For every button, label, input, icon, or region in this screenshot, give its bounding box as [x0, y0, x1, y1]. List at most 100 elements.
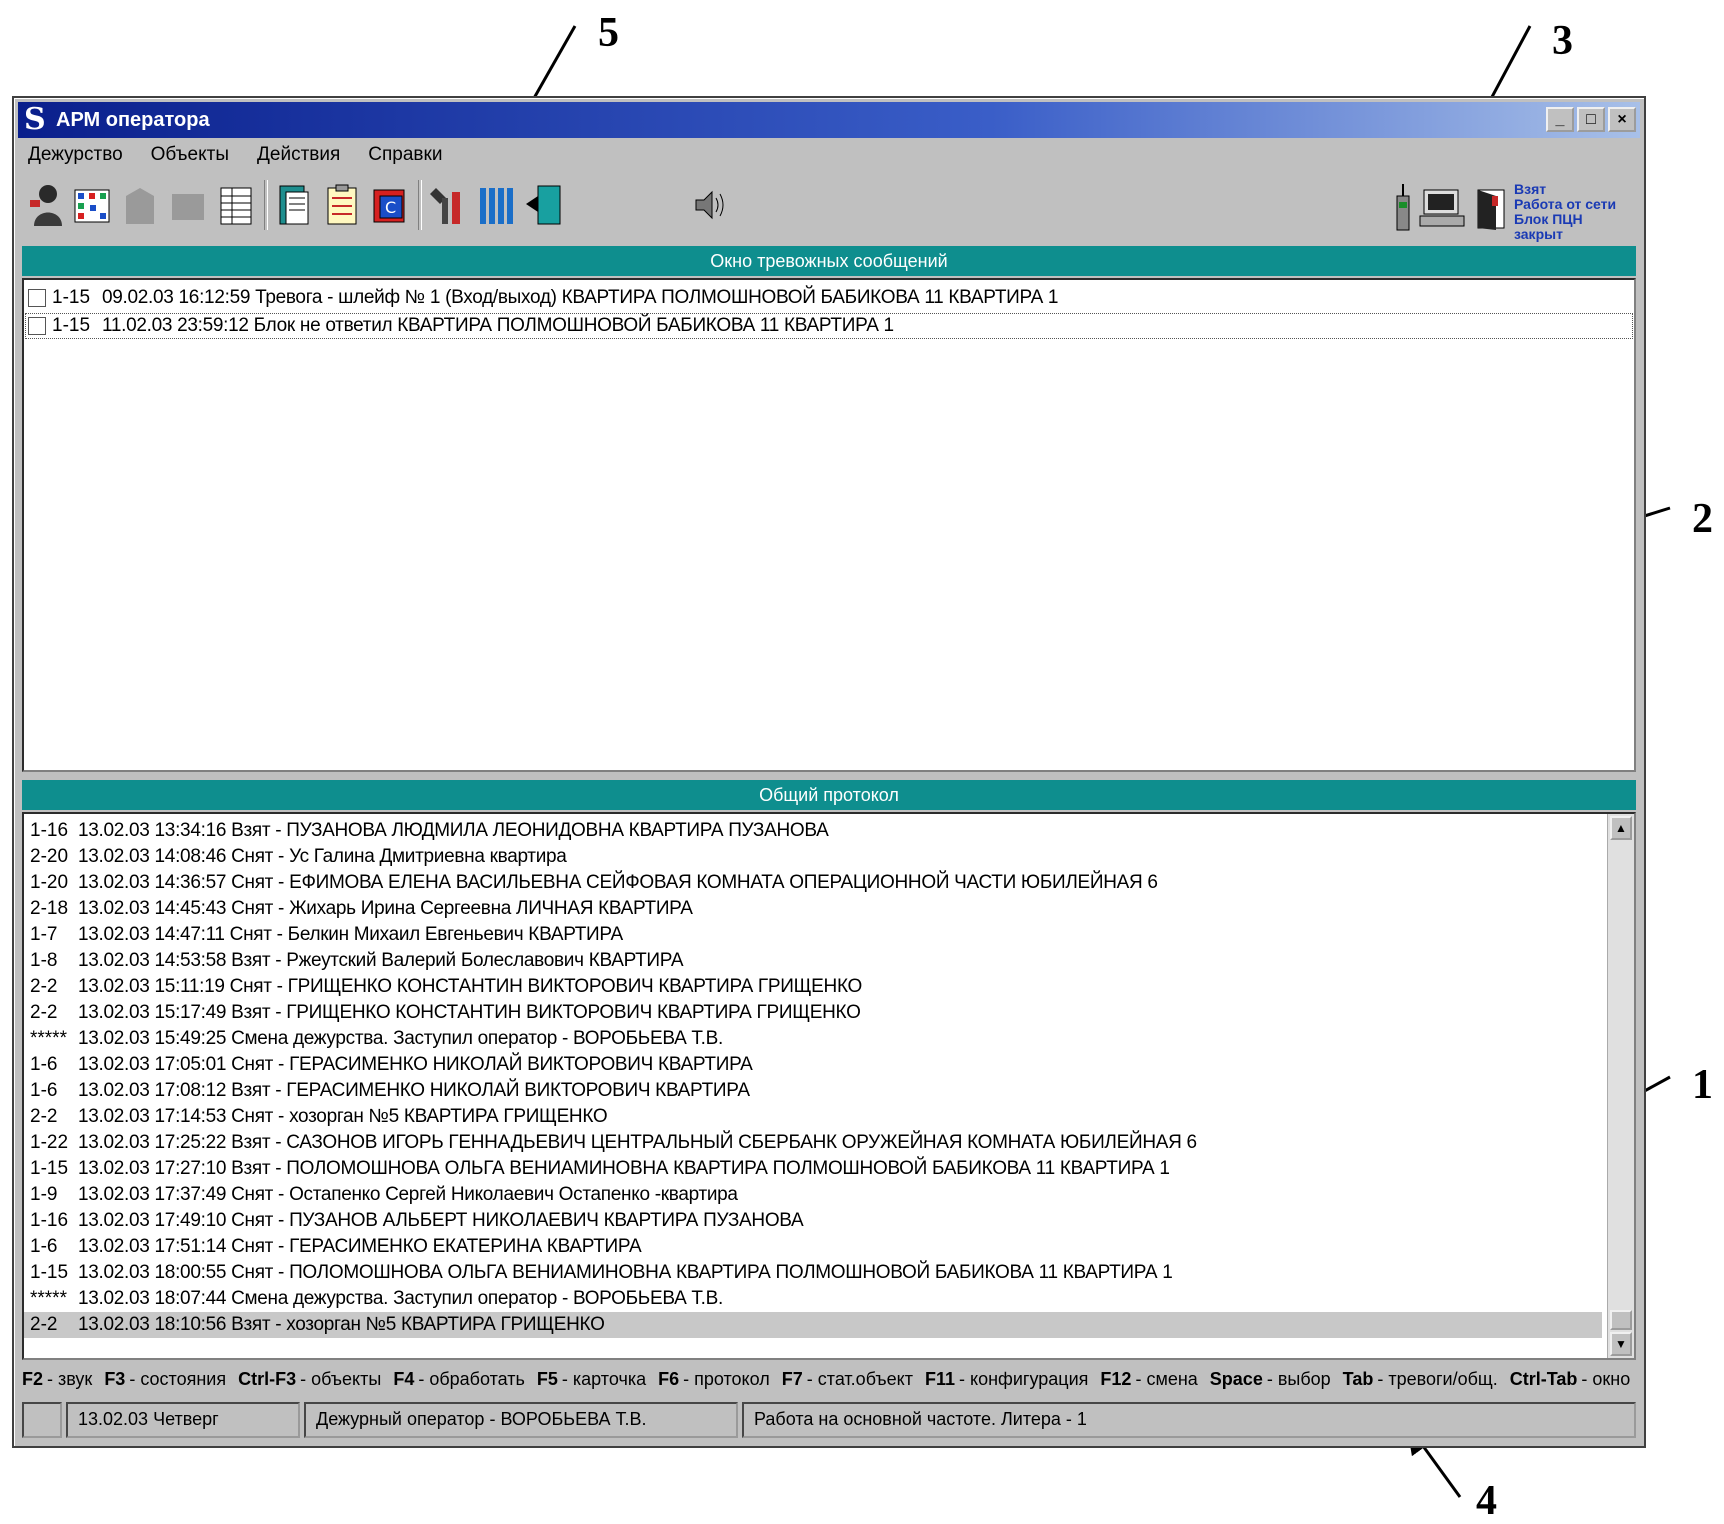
app-logo-icon: S — [24, 102, 46, 137]
callout-label-3: 3 — [1552, 18, 1573, 64]
hotkey-key: Ctrl-Tab — [1509, 1368, 1578, 1389]
protocol-row[interactable]: 1-6 13.02.03 17:05:01 Снят - ГЕРАСИМЕНКО … — [24, 1052, 1602, 1078]
table-icon[interactable] — [216, 182, 256, 228]
menu-bar: Дежурство Объекты Действия Справки — [24, 140, 446, 170]
arrow-down-icon: ▼ — [1615, 1337, 1627, 1351]
protocol-zone: 2-18 — [30, 898, 69, 919]
status-cell-empty — [22, 1402, 62, 1438]
hotkey-description: - стат.объект — [806, 1368, 913, 1389]
menu-actions[interactable]: Действия — [253, 142, 344, 168]
protocol-row[interactable]: 2-2 13.02.03 17:14:53 Снят - хозорган №5 … — [24, 1104, 1602, 1130]
toolbar-separator — [264, 180, 268, 230]
alarm-checkbox[interactable] — [28, 317, 46, 335]
protocol-row[interactable]: 2-2 13.02.03 15:11:19 Снят - ГРИЩЕНКО КОН… — [24, 974, 1602, 1000]
protocol-zone: 2-2 — [30, 976, 58, 997]
protocol-row[interactable]: 2-2 13.02.03 18:10:56 Взят - хозорган №5 … — [24, 1312, 1602, 1338]
card-disabled-icon[interactable] — [168, 182, 208, 228]
protocol-zone: ***** — [30, 1288, 67, 1309]
status-line-armed: Взят — [1514, 181, 1547, 197]
protocol-list[interactable]: ▲ ▼ 1-16 13.02.03 13:34:16 Взят - ПУЗАНОВ… — [22, 812, 1636, 1360]
hotkey-description: - звук — [47, 1368, 93, 1389]
menu-help[interactable]: Справки — [364, 142, 446, 168]
arrow-up-icon: ▲ — [1615, 821, 1627, 835]
alarm-row[interactable]: 1-15 11.02.03 23:59:12 Блок не ответил К… — [24, 312, 1634, 340]
checklist-icon[interactable] — [322, 182, 362, 228]
hotkey-description: - тревоги/общ. — [1377, 1368, 1498, 1389]
columns-icon[interactable] — [476, 182, 516, 228]
exit-door-icon[interactable] — [524, 182, 564, 228]
alarm-text: 11.02.03 23:59:12 Блок не ответил КВАРТИ… — [102, 315, 894, 336]
protocol-text: 13.02.03 15:49:25 Смена дежурства. Засту… — [78, 1028, 723, 1049]
protocol-text: 13.02.03 15:17:49 Взят - ГРИЩЕНКО КОНСТА… — [78, 1002, 861, 1023]
protocol-text: 13.02.03 17:27:10 Взят - ПОЛОМОШНОВА ОЛЬ… — [78, 1158, 1170, 1179]
protocol-zone: 2-2 — [30, 1002, 58, 1023]
protocol-row[interactable]: 1-16 13.02.03 17:49:10 Снят - ПУЗАНОВ АЛЬ… — [24, 1208, 1602, 1234]
menu-objects[interactable]: Объекты — [147, 142, 233, 168]
protocol-row[interactable]: 1-15 13.02.03 18:00:55 Снят - ПОЛОМОШНОВА… — [24, 1260, 1602, 1286]
protocol-row[interactable]: ***** 13.02.03 18:07:44 Смена дежурства. … — [24, 1286, 1602, 1312]
report-icon[interactable] — [274, 182, 314, 228]
scroll-down-button[interactable]: ▼ — [1610, 1332, 1632, 1356]
protocol-row[interactable]: 1-9 13.02.03 17:37:49 Снят - Остапенко Се… — [24, 1182, 1602, 1208]
print-c-icon[interactable]: C — [370, 182, 410, 228]
hotkey-description: - обработать — [418, 1368, 525, 1389]
app-window: S АРМ оператора _ □ × Дежурство Объекты … — [12, 96, 1646, 1448]
protocol-row[interactable]: 2-20 13.02.03 14:08:46 Снят - Ус Галина Д… — [24, 844, 1602, 870]
protocol-row[interactable]: 1-6 13.02.03 17:51:14 Снят - ГЕРАСИМЕНКО … — [24, 1234, 1602, 1260]
protocol-row[interactable]: 2-18 13.02.03 14:45:43 Снят - Жихарь Ирин… — [24, 896, 1602, 922]
protocol-zone: 1-15 — [30, 1158, 69, 1179]
protocol-row[interactable]: ***** 13.02.03 15:49:25 Смена дежурства. … — [24, 1026, 1602, 1052]
protocol-row[interactable]: 1-8 13.02.03 14:53:58 Взят - Ржеутский Ва… — [24, 948, 1602, 974]
protocol-row[interactable]: 1-22 13.02.03 17:25:22 Взят - САЗОНОВ ИГО… — [24, 1130, 1602, 1156]
hotkey-key: F2 — [22, 1368, 44, 1389]
protocol-row[interactable]: 1-20 13.02.03 14:36:57 Снят - ЕФИМОВА ЕЛЕ… — [24, 870, 1602, 896]
protocol-row[interactable]: 1-6 13.02.03 17:08:12 Взят - ГЕРАСИМЕНКО … — [24, 1078, 1602, 1104]
hotkey-description: - состояния — [129, 1368, 227, 1389]
door-icon — [1477, 189, 1505, 230]
callout-label-1: 1 — [1692, 1062, 1713, 1108]
title-bar[interactable]: S АРМ оператора _ □ × — [18, 102, 1640, 138]
hotkey-key: Tab — [1342, 1368, 1374, 1389]
protocol-text: 13.02.03 14:08:46 Снят - Ус Галина Дмитр… — [78, 846, 567, 867]
protocol-text: 13.02.03 17:49:10 Снят - ПУЗАНОВ АЛЬБЕРТ… — [78, 1210, 804, 1231]
scroll-up-button[interactable]: ▲ — [1610, 816, 1632, 840]
protocol-row[interactable]: 2-2 13.02.03 15:17:49 Взят - ГРИЩЕНКО КОН… — [24, 1000, 1602, 1026]
hotkey-key: F11 — [925, 1368, 956, 1389]
protocol-scrollbar[interactable]: ▲ ▼ — [1607, 814, 1634, 1358]
alarm-zone: 1-15 — [52, 315, 91, 336]
object-disabled-icon[interactable] — [120, 182, 160, 228]
alarms-list[interactable]: 1-15 09.02.03 16:12:59 Тревога - шлейф №… — [22, 278, 1636, 772]
protocol-text: 13.02.03 17:37:49 Снят - Остапенко Серге… — [78, 1184, 738, 1205]
alarms-panel-header: Окно тревожных сообщений — [22, 246, 1636, 276]
hotkey-key: Space — [1209, 1368, 1263, 1389]
protocol-row[interactable]: 1-7 13.02.03 14:47:11 Снят - Белкин Михаи… — [24, 922, 1602, 948]
protocol-text: 13.02.03 14:53:58 Взят - Ржеутский Валер… — [78, 950, 684, 971]
hotkey-key: F12 — [1100, 1368, 1132, 1389]
scroll-thumb[interactable] — [1610, 1310, 1632, 1330]
protocol-row[interactable]: 1-15 13.02.03 17:27:10 Взят - ПОЛОМОШНОВА… — [24, 1156, 1602, 1182]
close-button[interactable]: × — [1608, 107, 1636, 132]
protocol-text: 13.02.03 18:07:44 Смена дежурства. Засту… — [78, 1288, 723, 1309]
status-line-power: Работа от сети — [1514, 196, 1617, 212]
speaker-icon[interactable] — [690, 182, 730, 228]
hotkey-key: F5 — [536, 1368, 558, 1389]
toolbar-separator — [418, 180, 422, 230]
alarm-checkbox[interactable] — [28, 289, 46, 307]
alarm-row[interactable]: 1-15 09.02.03 16:12:59 Тревога - шлейф №… — [24, 284, 1634, 312]
computer-icon — [1419, 189, 1465, 227]
tools-icon[interactable] — [428, 182, 468, 228]
operator-icon[interactable] — [26, 182, 66, 228]
grid-map-icon[interactable] — [72, 182, 112, 228]
maximize-button[interactable]: □ — [1577, 107, 1605, 132]
protocol-zone: 1-22 — [30, 1132, 69, 1153]
hotkey-description: - объекты — [300, 1368, 382, 1389]
menu-duty[interactable]: Дежурство — [24, 142, 127, 168]
protocol-zone: 1-6 — [30, 1080, 58, 1101]
protocol-zone: 1-8 — [30, 950, 58, 971]
minimize-button[interactable]: _ — [1546, 107, 1574, 132]
hotkey-description: - протокол — [683, 1368, 770, 1389]
protocol-row[interactable]: 1-16 13.02.03 13:34:16 Взят - ПУЗАНОВА ЛЮ… — [24, 818, 1602, 844]
hotkey-description: - конфигурация — [959, 1368, 1089, 1389]
protocol-zone: 2-20 — [30, 846, 69, 867]
status-operator: Дежурный оператор - ВОРОБЬЕВА Т.В. — [304, 1402, 738, 1438]
